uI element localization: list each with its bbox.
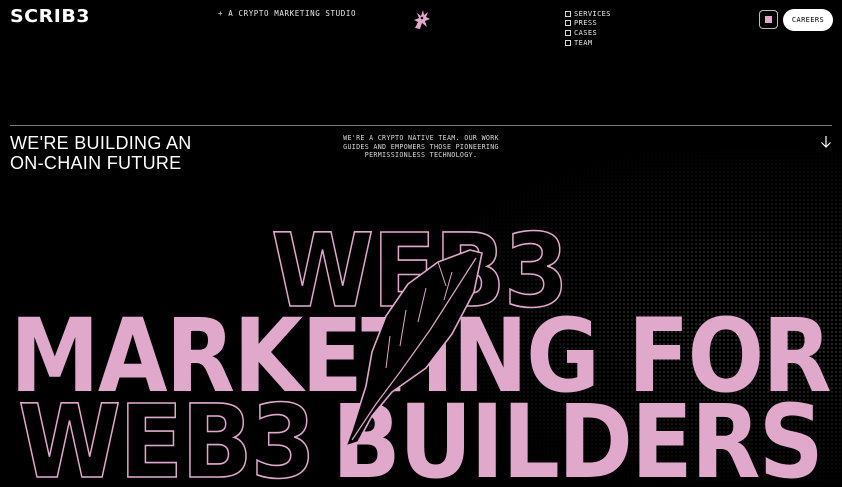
hero-graphic: WEB3 MARKETING FOR WEB3 BUILDERS <box>10 211 832 487</box>
hero-line-3-outline: WEB3 <box>18 383 314 487</box>
hero-line-3-solid: BUILDERS <box>332 383 822 487</box>
